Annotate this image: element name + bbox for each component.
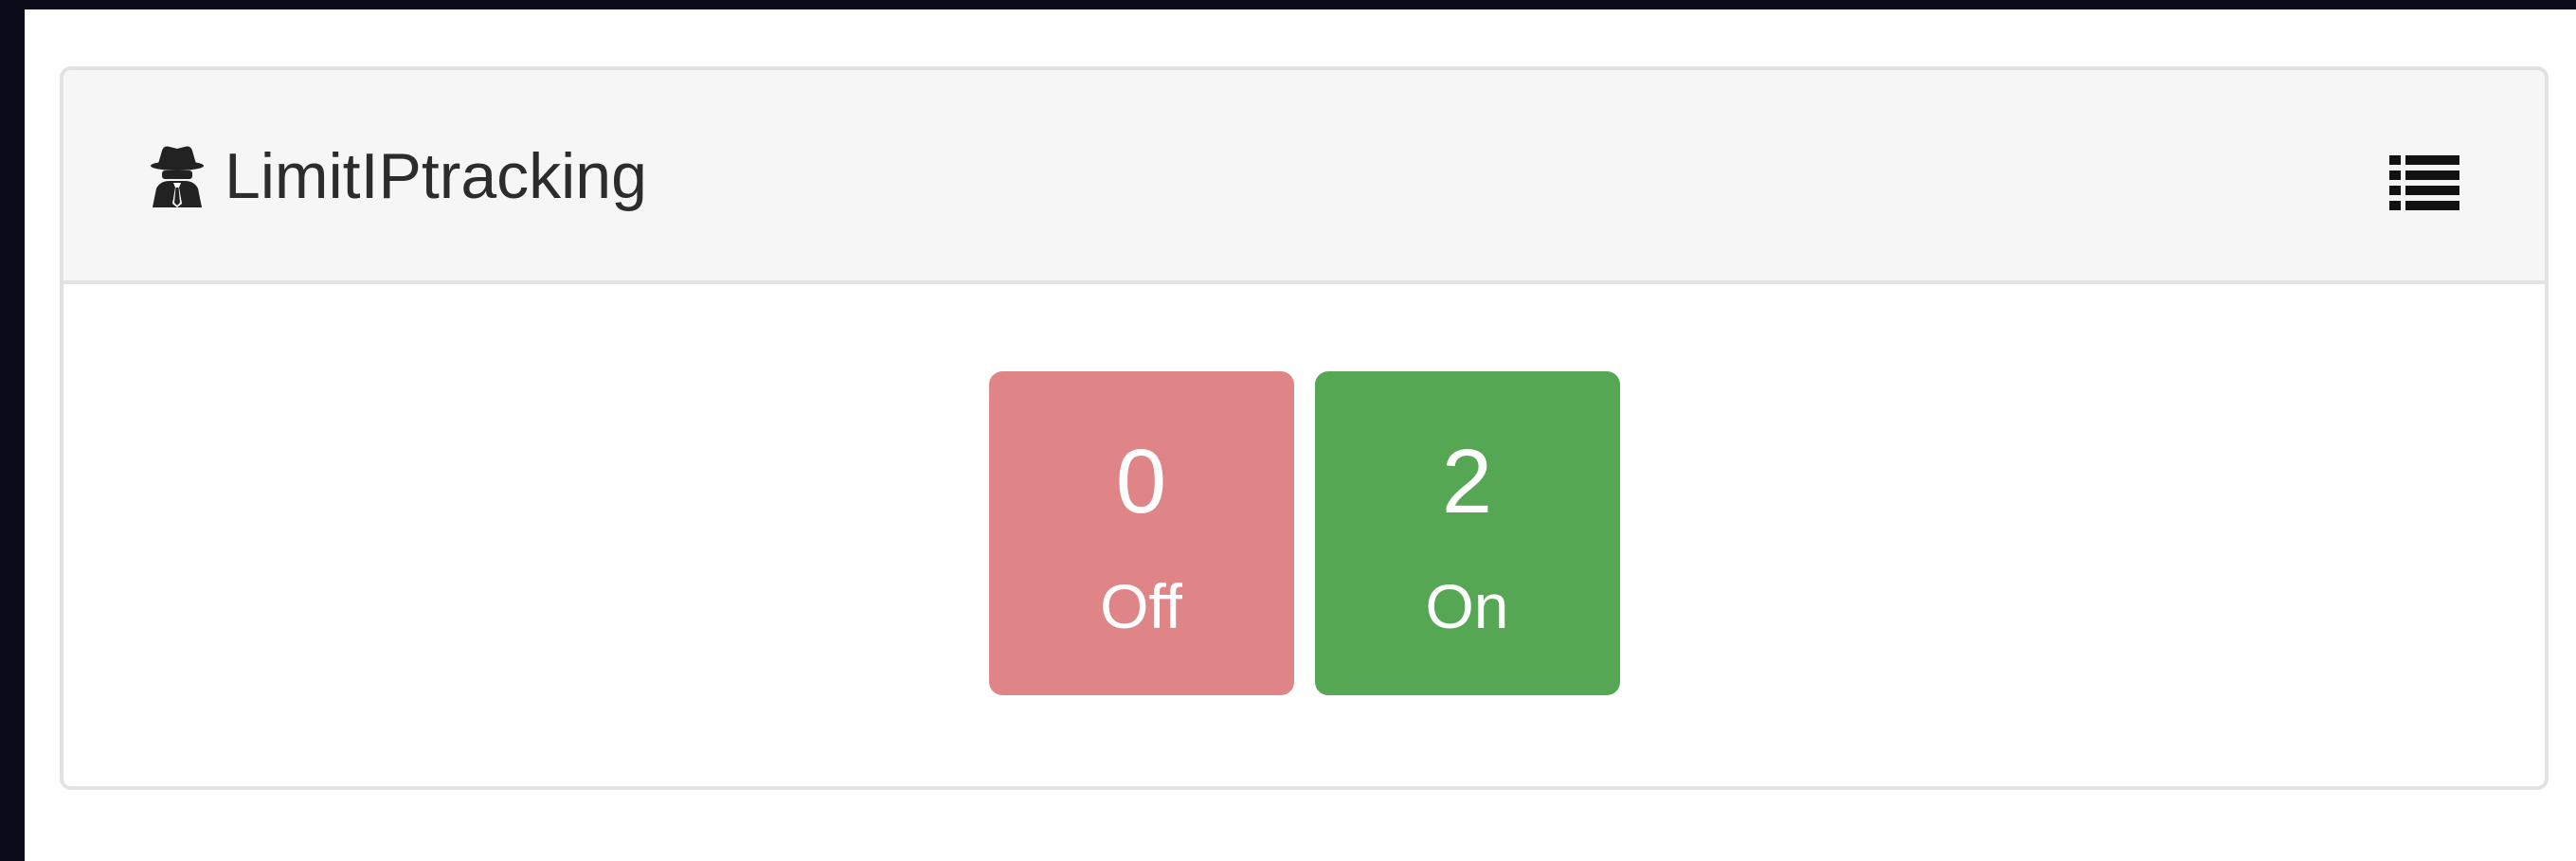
off-tile[interactable]: 0 Off (988, 371, 1294, 695)
on-count: 2 (1441, 431, 1493, 532)
on-label: On (1425, 571, 1509, 641)
on-tile[interactable]: 2 On (1314, 371, 1620, 695)
widget-title-group: LimitIPtracking (149, 138, 647, 214)
widget-title: LimitIPtracking (225, 140, 647, 212)
widget-header: LimitIPtracking (63, 70, 2545, 284)
widget-panel: LimitIPtracking 0 Off 2 On (60, 66, 2549, 790)
spy-icon (149, 143, 206, 209)
off-label: Off (1100, 571, 1182, 641)
list-icon[interactable] (2389, 153, 2459, 212)
page-background: LimitIPtracking 0 Off 2 On (25, 9, 2576, 861)
widget-body: 0 Off 2 On (63, 284, 2545, 786)
status-tiles: 0 Off 2 On (63, 371, 2545, 695)
off-count: 0 (1115, 431, 1167, 532)
